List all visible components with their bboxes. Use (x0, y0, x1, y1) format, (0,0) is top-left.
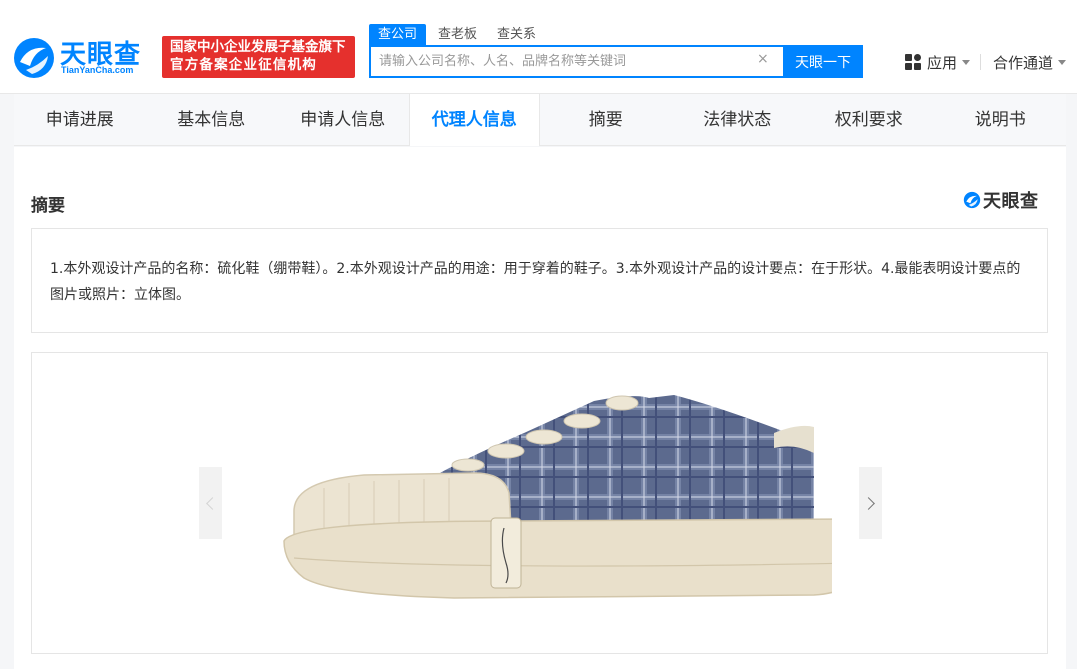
tab-legal-status[interactable]: 法律状态 (672, 94, 804, 146)
image-gallery (31, 352, 1048, 654)
tianyancha-logo-icon (14, 38, 54, 78)
caret-down-icon (1058, 59, 1067, 65)
nav-divider (980, 54, 981, 70)
search-input[interactable] (371, 47, 751, 76)
logo-subtext: TianYanCha.com (61, 65, 134, 75)
tab-basic-info[interactable]: 基本信息 (146, 94, 278, 146)
site-header: 天眼查 TianYanCha.com 国家中小企业发展子基金旗下 官方备案企业征… (0, 0, 1077, 94)
gallery-next-button[interactable] (859, 467, 882, 539)
section-title: 摘要 (31, 196, 65, 216)
search-tab-relation[interactable]: 查关系 (489, 24, 544, 45)
chevron-left-icon (206, 496, 219, 510)
slogan-line-1: 国家中小企业发展子基金旗下 (170, 39, 346, 55)
search-button[interactable]: 天眼一下 (783, 45, 863, 78)
tab-abstract[interactable]: 摘要 (540, 94, 672, 146)
clear-icon[interactable]: × (757, 51, 769, 67)
search-tab-boss[interactable]: 查老板 (430, 24, 485, 45)
tab-applicant-info[interactable]: 申请人信息 (277, 94, 409, 146)
slogan-banner: 国家中小企业发展子基金旗下 官方备案企业征信机构 (162, 36, 355, 78)
partner-menu[interactable]: 合作通道 (993, 52, 1067, 72)
apps-menu[interactable]: 应用 (905, 52, 971, 72)
detail-tabs: 申请进展 基本信息 申请人信息 代理人信息 摘要 法律状态 权利要求 说明书 (14, 94, 1066, 146)
search-box: × (369, 45, 783, 78)
shoe-image (283, 395, 832, 599)
chevron-right-icon (862, 496, 875, 510)
site-logo[interactable]: 天眼查 TianYanCha.com (12, 34, 152, 80)
tab-agent-info[interactable]: 代理人信息 (408, 94, 540, 146)
tab-application-progress[interactable]: 申请进展 (14, 94, 146, 146)
abstract-section: 摘要 天眼查 1.本外观设计产品的名称：硫化鞋（绷带鞋）。2.本外观设计产品的用… (14, 147, 1066, 669)
slogan-line-2: 官方备案企业征信机构 (170, 57, 317, 73)
tab-description[interactable]: 说明书 (935, 94, 1067, 146)
brand-watermark: 天眼查 (963, 189, 1039, 212)
tab-claims[interactable]: 权利要求 (803, 94, 935, 146)
gallery-prev-button[interactable] (199, 467, 222, 539)
abstract-text: 1.本外观设计产品的名称：硫化鞋（绷带鞋）。2.本外观设计产品的用途：用于穿着的… (31, 228, 1048, 333)
apps-grid-icon (905, 54, 921, 70)
search-type-tabs: 查公司 查老板 查关系 (369, 24, 548, 45)
apps-label: 应用 (927, 53, 958, 72)
tianyancha-logo-icon (963, 191, 981, 209)
brand-watermark-text: 天眼查 (983, 191, 1039, 212)
search-tab-company[interactable]: 查公司 (369, 24, 427, 45)
partner-label: 合作通道 (993, 53, 1054, 72)
caret-down-icon (962, 59, 971, 65)
